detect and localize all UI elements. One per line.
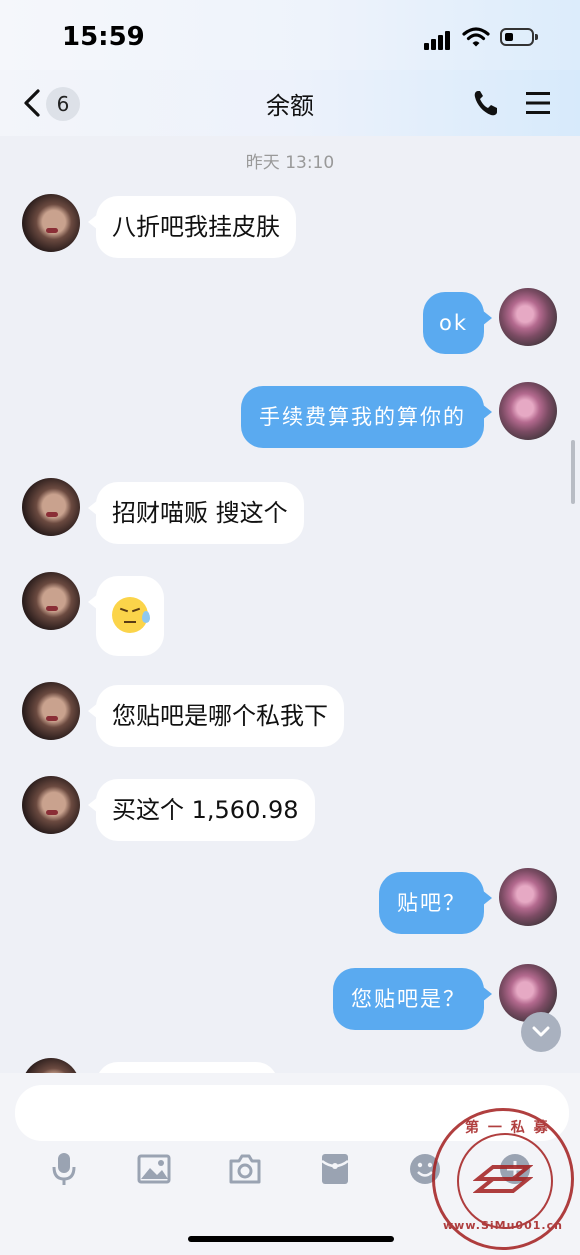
message-bubble[interactable]: ok <box>422 292 493 354</box>
contact-avatar[interactable] <box>22 776 80 834</box>
message-bubble[interactable] <box>88 576 164 656</box>
battery-icon <box>500 28 538 46</box>
message-bubble[interactable]: 您贴吧是？ <box>333 968 492 1030</box>
contact-avatar[interactable] <box>22 572 80 630</box>
sweat-smile-emoji-icon <box>112 597 150 633</box>
wifi-icon <box>462 26 490 48</box>
contact-avatar[interactable] <box>22 194 80 252</box>
signal-icon <box>424 30 452 50</box>
message-timestamp: 昨天 13:10 <box>245 153 335 173</box>
camera-icon[interactable] <box>228 1151 262 1187</box>
watermark-top-text: 第 一 私 募 <box>465 1120 550 1136</box>
status-time: 15:59 <box>62 22 145 52</box>
message-bubble[interactable] <box>96 1062 278 1073</box>
phone-call-icon[interactable] <box>472 88 500 118</box>
contact-avatar[interactable] <box>22 478 80 536</box>
message-bubble[interactable]: 手续费算我的算你的 <box>241 386 492 448</box>
my-avatar[interactable] <box>499 382 557 440</box>
my-avatar[interactable] <box>499 868 557 926</box>
image-icon[interactable] <box>137 1151 171 1187</box>
chevron-down-icon <box>532 1026 550 1037</box>
status-bar: 15:59 <box>0 0 580 70</box>
chat-scrollbar[interactable] <box>571 440 575 504</box>
microphone-icon[interactable] <box>47 1151 81 1187</box>
chat-messages[interactable]: 昨天 13:10 八折吧我挂皮肤 ok 手续费算我的算你的 招财喵贩 搜这个 您… <box>0 136 580 1073</box>
message-bubble[interactable]: 八折吧我挂皮肤 <box>88 196 296 258</box>
scroll-to-bottom-button[interactable] <box>521 1012 561 1052</box>
chat-header: 6 余额 <box>0 70 580 136</box>
red-packet-icon[interactable] <box>318 1151 352 1187</box>
watermark-url-text: www.SiMu001.cn <box>443 1219 563 1232</box>
watermark-stamp: 第 一 私 募 www.SiMu001.cn <box>432 1108 574 1250</box>
home-indicator <box>188 1236 394 1242</box>
my-avatar[interactable] <box>499 288 557 346</box>
watermark-logo-icon <box>473 1165 533 1193</box>
menu-icon[interactable] <box>524 90 552 116</box>
message-bubble[interactable]: 贴吧？ <box>379 872 492 934</box>
message-bubble[interactable]: 买这个 1,560.98 <box>88 779 315 841</box>
contact-avatar[interactable] <box>22 1058 80 1073</box>
message-bubble[interactable]: 您贴吧是哪个私我下 <box>88 685 344 747</box>
contact-avatar[interactable] <box>22 682 80 740</box>
message-bubble[interactable]: 招财喵贩 搜这个 <box>88 482 304 544</box>
